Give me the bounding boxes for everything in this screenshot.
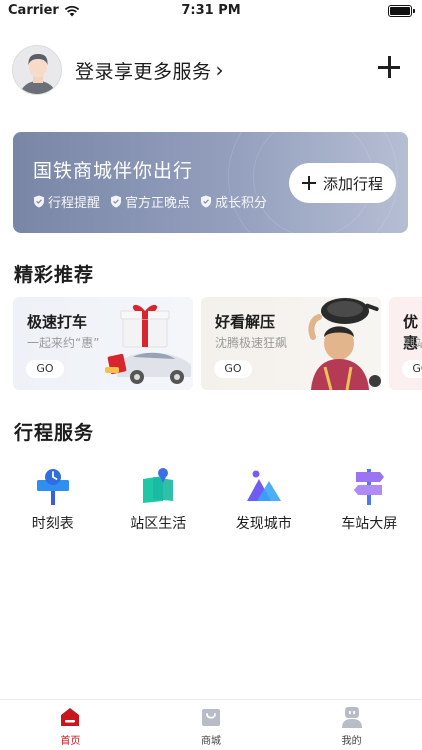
card-subtitle: 沈腾极速狂飙 (215, 336, 288, 350)
service-label: 发现城市 (235, 516, 292, 532)
avatar[interactable] (12, 45, 62, 95)
recommend-section-title: 精彩推荐 (14, 264, 95, 286)
trip-services-section-title: 行程服务 (14, 422, 95, 444)
banner-tag: 官方正晚点 (110, 192, 190, 211)
actor-with-pan-illustration (308, 298, 381, 390)
service-label: 车站大屏 (341, 516, 398, 532)
service-discover-city[interactable]: 发现城市 (211, 467, 317, 533)
recommend-card-taxi[interactable]: 极速打车 一起来约“惠” GO (13, 297, 193, 390)
go-button[interactable]: GO (402, 360, 422, 378)
tab-label: 商城 (201, 736, 221, 747)
service-timetable[interactable]: 时刻表 (0, 467, 106, 533)
card-subtitle: 一起来约“惠” (27, 336, 100, 350)
trip-services-grid: 时刻表 站区生活 发现城市 车站大屏 (0, 467, 422, 533)
service-label: 时刻表 (31, 516, 74, 532)
add-button[interactable] (376, 54, 402, 80)
service-station-life[interactable]: 站区生活 (106, 467, 212, 533)
service-label: 站区生活 (130, 516, 187, 532)
card-title: 好看解压 (215, 313, 276, 331)
add-trip-button[interactable]: 添加行程 (289, 163, 396, 203)
shield-check-icon (111, 195, 122, 208)
login-link[interactable]: 登录享更多服务 › (75, 57, 224, 84)
car-gift-illustration (105, 304, 191, 384)
tab-bar: 首页 商城 我的 (0, 699, 422, 750)
profile-icon (341, 707, 362, 728)
banner-tag-label: 官方正晚点 (125, 196, 191, 211)
recommend-card-partial[interactable]: 优惠 到站 GO (389, 297, 422, 390)
banner-tag: 成长积分 (200, 192, 267, 211)
recommend-card-video[interactable]: 好看解压 沈腾极速狂飙 GO (201, 297, 381, 390)
tab-shop[interactable]: 商城 (141, 700, 282, 750)
profile-header: 登录享更多服务 › (12, 44, 412, 96)
clock: 7:31 PM (181, 3, 241, 18)
battery-fill (390, 7, 410, 15)
card-subtitle: 到站 (403, 336, 422, 350)
service-station-screen[interactable]: 车站大屏 (317, 467, 422, 533)
plus-icon (301, 176, 316, 190)
shield-check-icon (201, 195, 212, 208)
login-label: 登录享更多服务 (75, 60, 212, 83)
card-title: 极速打车 (27, 313, 88, 331)
banner-tag-label: 行程提醒 (48, 196, 101, 211)
banner-tag: 行程提醒 (33, 192, 100, 211)
battery-icon (388, 5, 415, 17)
home-icon (61, 708, 80, 726)
tab-label: 我的 (341, 736, 362, 747)
tab-label: 首页 (60, 736, 81, 747)
discover-city-icon (246, 470, 281, 501)
tab-home[interactable]: 首页 (0, 700, 141, 750)
station-life-icon (143, 468, 174, 503)
shield-check-icon (34, 195, 44, 208)
station-screen-icon (354, 469, 385, 505)
banner-tags: 行程提醒 官方正晚点 成长积分 (33, 192, 267, 211)
go-button[interactable]: GO (26, 360, 64, 378)
shop-bag-icon (202, 709, 220, 726)
trip-banner: 国铁商城伴你出行 行程提醒 官方正晚点 成长积分 添加行程 (13, 132, 408, 233)
chevron-right-icon: › (215, 58, 225, 82)
tab-profile[interactable]: 我的 (281, 700, 422, 750)
banner-tag-label: 成长积分 (215, 196, 268, 211)
status-bar: Carrier 7:31 PM (0, 0, 422, 22)
add-trip-label: 添加行程 (322, 174, 383, 193)
go-button[interactable]: GO (214, 360, 252, 378)
timetable-icon (36, 469, 69, 505)
banner-title: 国铁商城伴你出行 (33, 160, 194, 182)
